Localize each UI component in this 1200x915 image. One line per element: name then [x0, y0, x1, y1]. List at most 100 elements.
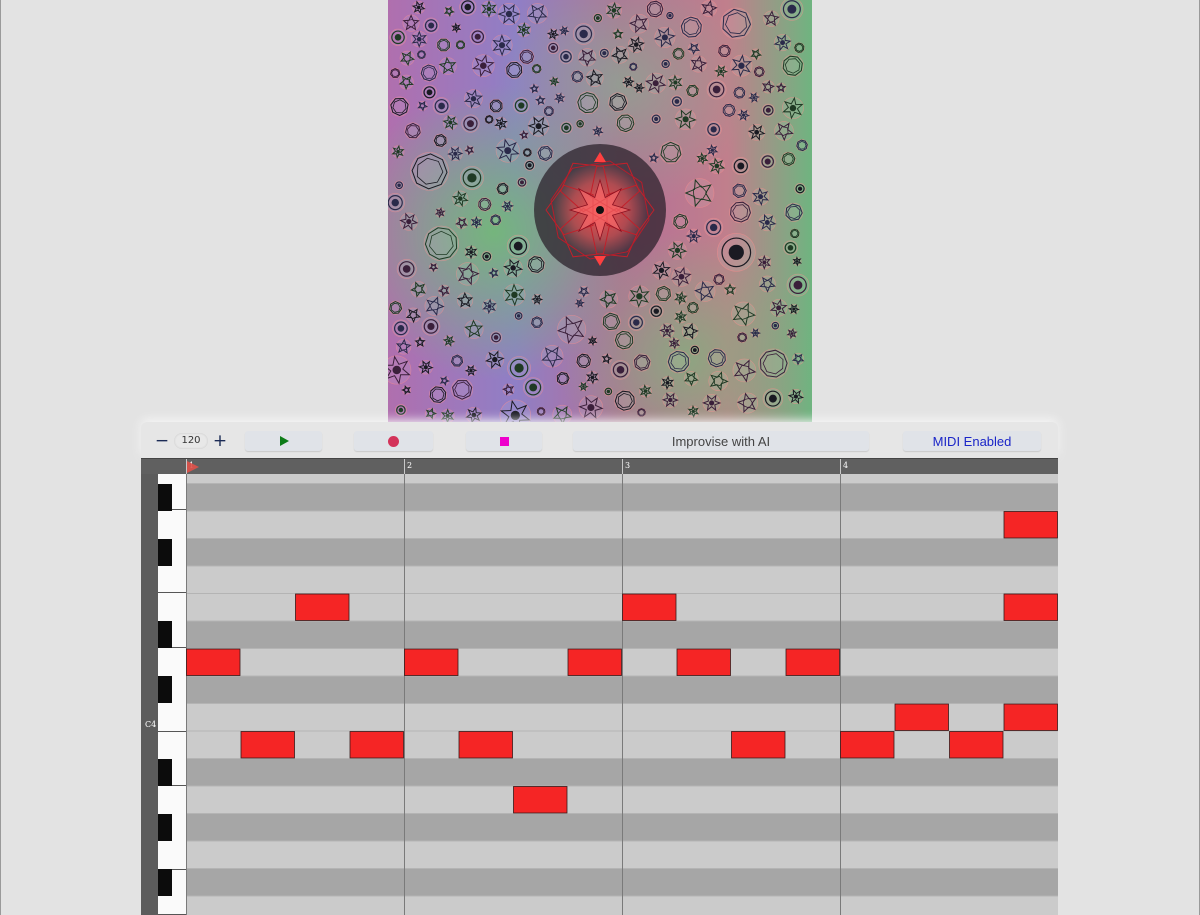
tempo-increase-button[interactable]: + [211, 432, 229, 450]
mandala-glyph [423, 225, 460, 262]
mandala-glyph [489, 98, 504, 113]
tempo-value-field[interactable]: 120 [174, 433, 208, 449]
timeline-ruler[interactable]: 1 2 3 4 [141, 458, 1058, 475]
mandala-glyph [529, 83, 540, 94]
midi-toggle-button[interactable]: MIDI Enabled [903, 431, 1041, 451]
note-grid[interactable] [186, 474, 1058, 915]
note-block[interactable] [840, 731, 895, 759]
mandala-glyph [505, 61, 524, 79]
keyboard-label-strip [141, 474, 158, 915]
black-key[interactable] [158, 758, 172, 786]
note-block[interactable] [894, 703, 949, 731]
mandala-glyph [443, 6, 455, 18]
mandala-glyph [608, 92, 628, 112]
note-block[interactable] [949, 731, 1004, 759]
mandala-glyph [652, 260, 671, 281]
mandala-glyph [502, 383, 515, 396]
mandala-glyph [737, 109, 751, 122]
mandala-glyph [518, 129, 529, 140]
mandala-glyph [396, 258, 417, 279]
record-button[interactable] [354, 431, 433, 451]
stop-button[interactable] [466, 431, 542, 451]
playhead-marker[interactable] [186, 460, 200, 474]
mandala-glyph [645, 0, 664, 18]
black-key[interactable] [158, 813, 172, 841]
mandala-glyph [769, 298, 788, 318]
mandala-glyph [614, 389, 636, 412]
mandala-glyph [787, 303, 800, 315]
mandala-glyph [398, 74, 414, 91]
mandala-glyph [732, 358, 757, 383]
note-block[interactable] [1003, 511, 1058, 539]
mandala-glyph [749, 328, 761, 338]
mandala-glyph [672, 47, 685, 61]
mandala-glyph [685, 228, 702, 244]
note-block[interactable] [731, 731, 786, 759]
mandala-glyph [404, 122, 422, 140]
mandala-glyph [791, 352, 805, 366]
mandala-glyph [605, 1, 622, 20]
note-block[interactable] [622, 593, 677, 621]
mandala-glyph [494, 116, 508, 131]
note-block[interactable] [186, 648, 241, 676]
mandala-glyph [706, 143, 719, 157]
mandala-glyph [553, 92, 566, 104]
mandala-glyph [537, 145, 554, 162]
mandala-glyph [578, 48, 597, 67]
note-block[interactable] [1003, 593, 1058, 621]
mandala-glyph [585, 69, 604, 88]
mandala-glyph [793, 42, 805, 54]
mandala-glyph [522, 377, 544, 398]
play-icon [280, 436, 289, 446]
mandala-glyph [439, 375, 450, 387]
note-block[interactable] [567, 648, 622, 676]
note-block[interactable] [295, 593, 350, 621]
note-block[interactable] [785, 648, 840, 676]
mandala-glyph [552, 404, 573, 422]
improvise-ai-button[interactable]: Improvise with AI [573, 431, 869, 451]
black-key[interactable] [158, 868, 172, 896]
piano-roll-grid[interactable] [186, 474, 1058, 915]
window-frame-left [0, 0, 1, 915]
mandala-glyph [780, 0, 804, 21]
mandala-glyph [394, 404, 407, 417]
mandala-glyph [783, 240, 798, 256]
mandala-glyph [391, 144, 405, 159]
note-block[interactable] [404, 648, 459, 676]
black-key[interactable] [158, 483, 172, 511]
tempo-decrease-button[interactable]: − [153, 432, 171, 450]
mandala-glyph [603, 386, 613, 397]
mandala-glyph [411, 0, 426, 15]
mandala-glyph [599, 289, 618, 309]
mandala-glyph [513, 97, 530, 114]
mandala-glyph [660, 375, 675, 391]
note-block[interactable] [240, 731, 295, 759]
note-block[interactable] [513, 786, 568, 814]
mandala-glyph [731, 301, 757, 327]
mandala-glyph [405, 307, 422, 324]
mandala-glyph [389, 28, 407, 46]
mandala-glyph [670, 95, 684, 108]
mandala-glyph [736, 332, 748, 343]
mandala-glyph [503, 283, 526, 307]
note-block[interactable] [349, 731, 404, 759]
note-block[interactable] [1003, 703, 1058, 731]
black-key[interactable] [158, 538, 172, 566]
mandala-glyph [578, 381, 589, 392]
mandala-glyph [694, 280, 716, 302]
mandala-glyph [555, 371, 570, 386]
note-block[interactable] [458, 731, 513, 759]
note-block[interactable] [676, 648, 731, 676]
black-key[interactable] [158, 621, 172, 648]
mandala-glyph [667, 74, 683, 91]
mandala-glyph [592, 13, 603, 24]
mandala-glyph [592, 125, 604, 137]
mandala-glyph [750, 48, 763, 61]
mandala-glyph [659, 141, 683, 164]
visualizer-canvas [388, 0, 812, 422]
black-key[interactable] [158, 676, 172, 703]
mandala-glyph [683, 371, 699, 387]
play-button[interactable] [245, 431, 322, 451]
mandala-glyph [470, 215, 483, 229]
mandala-glyph [506, 234, 530, 258]
